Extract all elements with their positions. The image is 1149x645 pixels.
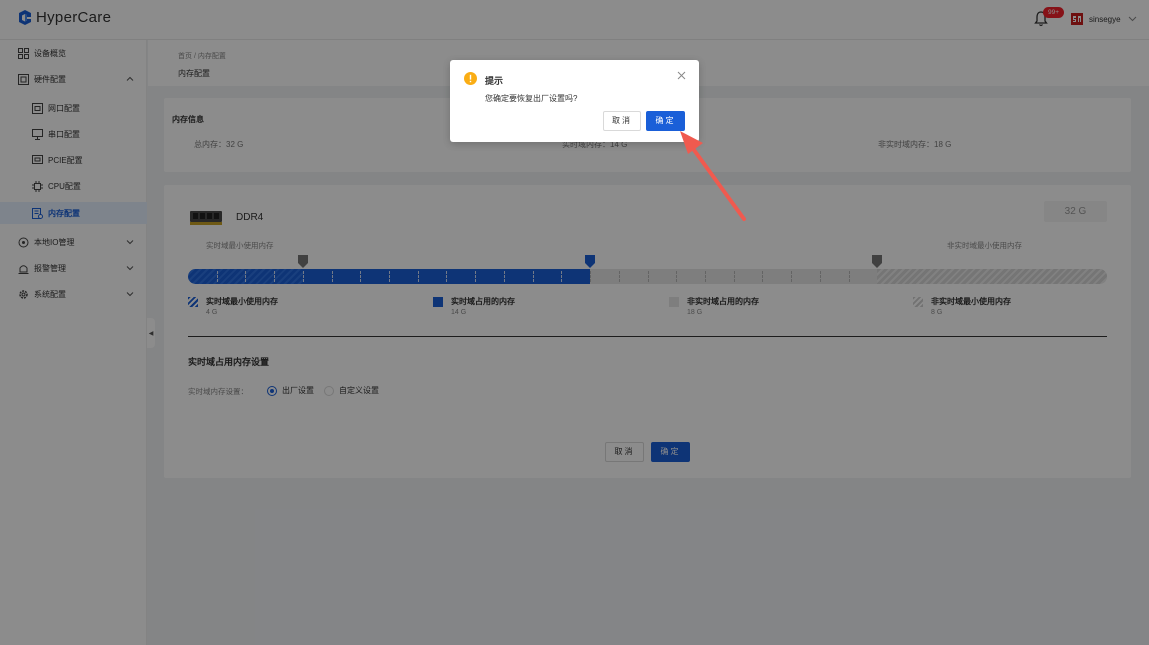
confirm-dialog: 提示 您确定要恢复出厂设置吗? 取消 确定 (450, 60, 699, 142)
close-icon[interactable] (677, 71, 686, 80)
dialog-title: 提示 (485, 76, 504, 86)
dialog-message: 您确定要恢复出厂设置吗? (485, 94, 578, 103)
dialog-confirm-button[interactable]: 确定 (646, 111, 685, 131)
dialog-cancel-button[interactable]: 取消 (603, 111, 641, 131)
warning-icon (464, 72, 477, 85)
